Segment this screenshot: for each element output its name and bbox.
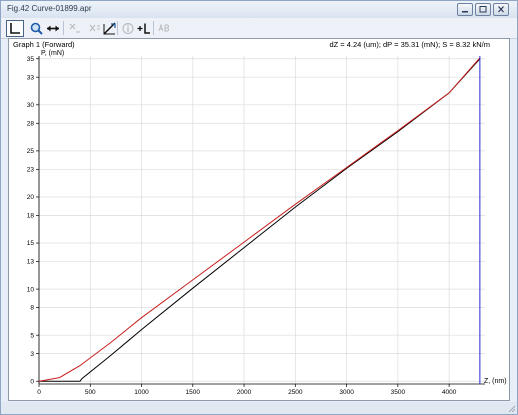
info-button[interactable] xyxy=(120,20,136,37)
x-tick-label: 3000 xyxy=(339,389,354,396)
x-sub-icon xyxy=(87,21,102,36)
toolbar-separator xyxy=(153,21,154,35)
ab-button[interactable] xyxy=(156,20,172,37)
x-tick-label: 1000 xyxy=(134,389,149,396)
y-tick-label: 13 xyxy=(27,259,35,266)
title-bar[interactable]: Fig.42 Curve-01899.apr xyxy=(1,1,517,19)
y-axis-label: P, (mN) xyxy=(41,50,64,57)
window-controls xyxy=(457,3,509,16)
y-tick-label: 0 xyxy=(30,378,34,385)
slope-icon xyxy=(102,21,117,36)
minimize-button[interactable] xyxy=(457,3,473,16)
x-tick-label: 500 xyxy=(85,389,96,396)
x-tick-label: 2000 xyxy=(237,389,252,396)
zoom-icon xyxy=(29,21,44,36)
chart-annotation: dZ = 4.24 (um); dP = 35.31 (mN); S = 8.3… xyxy=(329,40,490,49)
window-title: Fig.42 Curve-01899.apr xyxy=(7,4,92,13)
x-marker-icon xyxy=(67,21,82,36)
x-marker-button[interactable] xyxy=(66,20,83,37)
pan-tool-button[interactable] xyxy=(44,20,62,37)
ab-icon xyxy=(157,21,171,36)
y-tick-label: 5 xyxy=(30,332,34,339)
y-tick-label: 3 xyxy=(30,351,34,358)
y-tick-label: 20 xyxy=(27,194,35,201)
resize-grip-icon[interactable] xyxy=(508,405,516,413)
x-tick-label: 4000 xyxy=(442,389,457,396)
y-tick-label: 18 xyxy=(27,213,35,220)
zoom-tool-button[interactable] xyxy=(28,20,45,37)
status-bar xyxy=(1,402,517,414)
slope-tool-button[interactable] xyxy=(101,20,118,37)
info-icon xyxy=(121,21,135,36)
y-tick-label: 35 xyxy=(27,56,35,63)
plot-panel[interactable]: 0 500 1000 1500 2000 2500 3000 3500 4000 0 3 5 8 10 13… xyxy=(8,38,510,401)
y-tick-label: 10 xyxy=(27,286,35,293)
y-tick-label: 25 xyxy=(27,148,35,155)
add-line-icon xyxy=(136,21,152,36)
series-line xyxy=(39,58,481,382)
toolbar xyxy=(1,18,517,39)
axis-icon xyxy=(7,21,23,36)
x-tick-label: 2500 xyxy=(288,389,303,396)
toolbar-separator xyxy=(63,21,64,35)
x-axis-label: Z, (nm) xyxy=(484,378,507,385)
y-tick-label: 8 xyxy=(30,305,34,312)
chart-title: Graph 1 (Forward) xyxy=(13,40,75,49)
y-tick-label: 15 xyxy=(27,240,35,247)
axis-tool-button[interactable] xyxy=(6,20,24,37)
x-tick-label: 1500 xyxy=(186,389,201,396)
y-tick-label: 30 xyxy=(27,102,35,109)
toolbar-separator xyxy=(117,21,118,35)
app-window: Fig.42 Curve-01899.apr 0 500 1000 1500 2… xyxy=(0,0,518,415)
close-button[interactable] xyxy=(493,3,509,16)
add-line-button[interactable] xyxy=(135,20,153,37)
x-tick-label: 3500 xyxy=(391,389,406,396)
y-tick-label: 33 xyxy=(27,74,35,81)
restore-button[interactable] xyxy=(475,3,491,16)
force-displacement-chart[interactable]: 0 500 1000 1500 2000 2500 3000 3500 400003581013… xyxy=(9,39,509,400)
pan-icon xyxy=(45,21,61,36)
y-tick-label: 23 xyxy=(27,167,35,174)
series-line xyxy=(38,57,481,382)
y-tick-label: 28 xyxy=(27,120,35,127)
x-tick-label: 0 xyxy=(37,389,41,396)
